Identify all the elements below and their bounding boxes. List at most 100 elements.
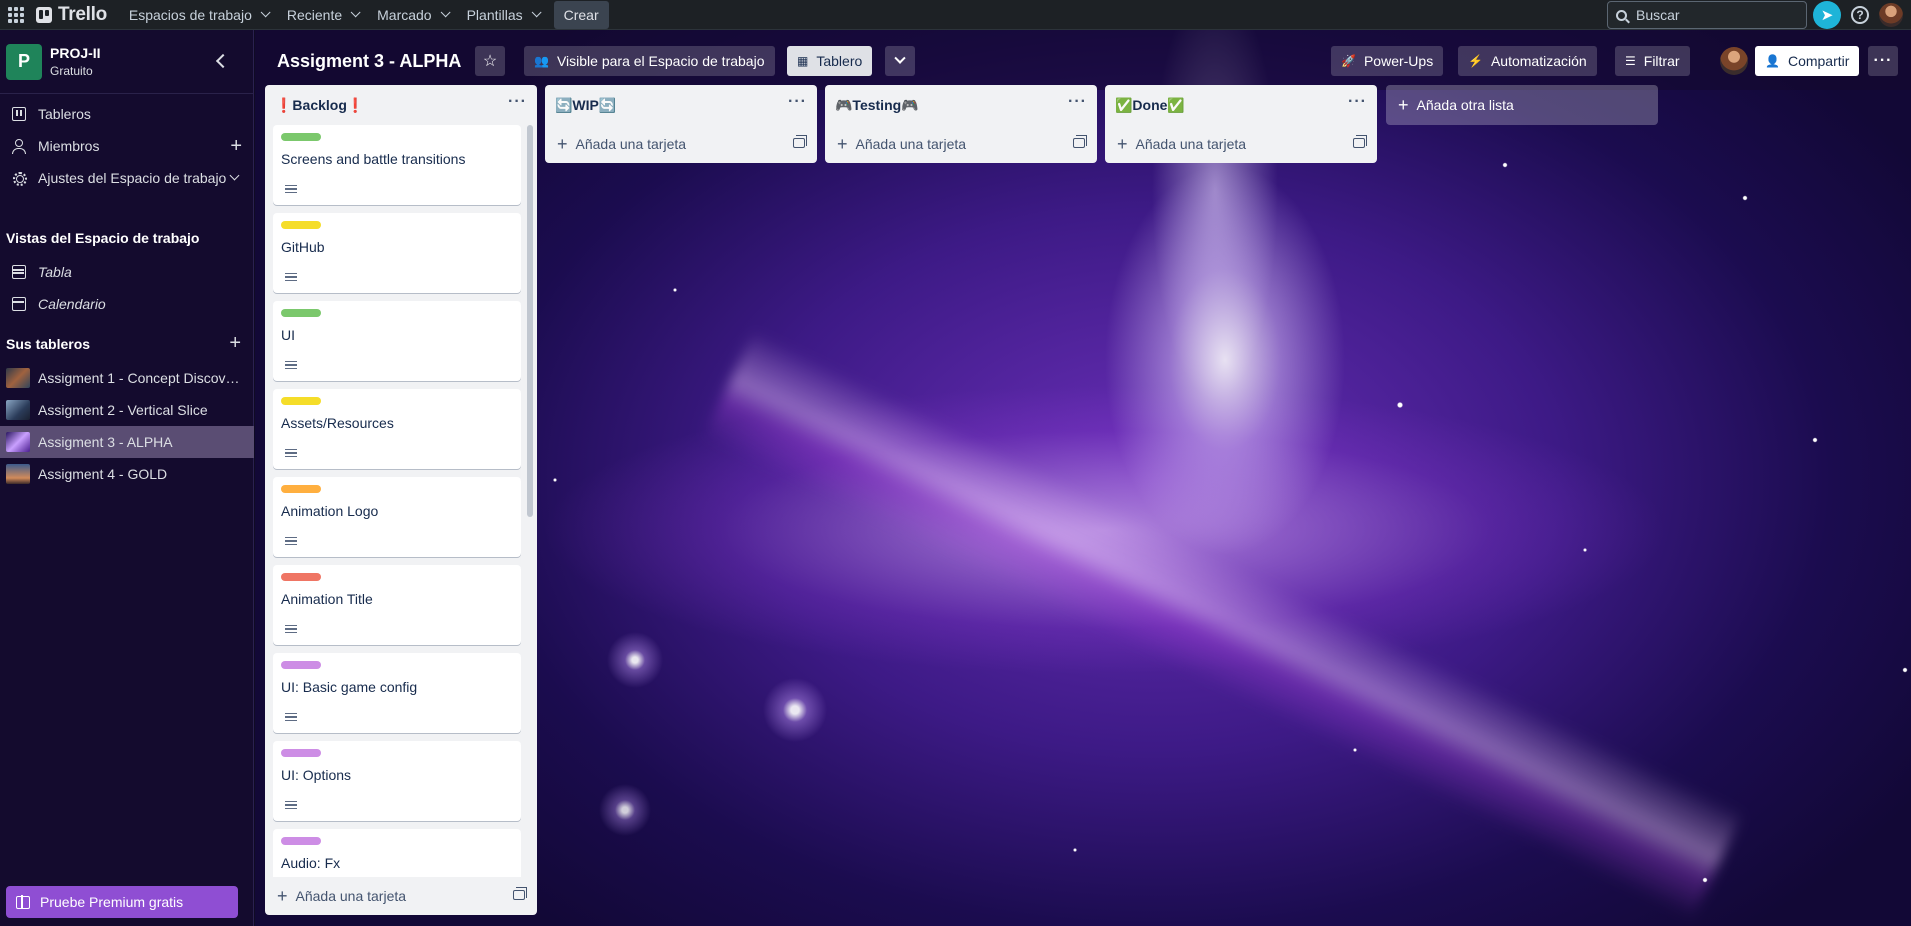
view-label: Tablero — [816, 53, 863, 69]
add-card-button[interactable]: + Añada una tarjeta — [545, 125, 817, 163]
menu-recent[interactable]: Reciente — [277, 0, 367, 30]
list-menu-icon[interactable]: ··· — [788, 93, 807, 111]
search-input[interactable]: Buscar — [1607, 1, 1807, 29]
menu-templates[interactable]: Plantillas — [457, 0, 548, 30]
sidebar-board-4[interactable]: Assigment 4 - GOLD — [0, 458, 254, 490]
card[interactable]: Animation Logo — [273, 477, 521, 557]
list-header[interactable]: 🎮Testing🎮 ··· — [825, 85, 1097, 125]
add-card-button[interactable]: + Añada una tarjeta — [1105, 125, 1377, 163]
menu-starred[interactable]: Marcado — [367, 0, 456, 30]
sidebar-item-label: Tableros — [38, 106, 91, 122]
card-title: UI: Basic game config — [281, 679, 418, 695]
list-header[interactable]: 🔄WIP🔄 ··· — [545, 85, 817, 125]
sidebar-item-table[interactable]: Tabla — [0, 256, 254, 288]
card[interactable]: Assets/Resources — [273, 389, 521, 469]
list-menu-icon[interactable]: ··· — [1068, 93, 1087, 111]
card-label[interactable] — [281, 397, 321, 405]
sidebar-board-2[interactable]: Assigment 2 - Vertical Slice — [0, 394, 254, 426]
nav-menu: Espacios de trabajo Reciente Marcado Pla… — [119, 0, 548, 30]
collapse-sidebar-icon[interactable] — [215, 53, 231, 69]
card-template-icon[interactable] — [793, 135, 807, 148]
card-label[interactable] — [281, 133, 321, 141]
star-board-icon[interactable]: ☆ — [475, 46, 505, 76]
list-scrollbar[interactable] — [527, 125, 533, 517]
card[interactable]: Audio: Fx — [273, 829, 521, 877]
sidebar-item-calendar[interactable]: Calendario — [0, 288, 254, 320]
list-header[interactable]: ✅Done✅ ··· — [1105, 85, 1377, 125]
description-icon — [285, 625, 297, 633]
trello-logo[interactable]: Trello — [36, 4, 107, 26]
workspace-avatar[interactable]: P — [6, 43, 42, 80]
list-header[interactable]: ❗Backlog❗ ··· — [265, 85, 537, 125]
menu-workspaces[interactable]: Espacios de trabajo — [119, 0, 277, 30]
list-menu-icon[interactable]: ··· — [1348, 93, 1367, 111]
sidebar-board-1[interactable]: Assigment 1 - Concept Discove... — [0, 362, 254, 394]
premium-trial-button[interactable]: Pruebe Premium gratis — [6, 886, 238, 918]
card-template-icon[interactable] — [513, 887, 527, 900]
card-title: UI — [281, 327, 295, 343]
sidebar-item-label: Ajustes del Espacio de trabajo — [38, 170, 227, 186]
card[interactable]: UI — [273, 301, 521, 381]
avatar[interactable] — [1720, 47, 1748, 75]
board-view-button[interactable]: ▦ Tablero — [787, 46, 873, 76]
list-menu-icon[interactable]: ··· — [508, 93, 527, 111]
help-icon[interactable]: ? — [1851, 6, 1869, 24]
menu-label: Marcado — [377, 6, 432, 23]
card[interactable]: UI: Options — [273, 741, 521, 821]
filter-button[interactable]: ☰ Filtrar — [1615, 46, 1690, 76]
filter-icon: ☰ — [1625, 54, 1636, 68]
add-card-button[interactable]: + Añada una tarjeta — [825, 125, 1097, 163]
card-label[interactable] — [281, 221, 321, 229]
add-list-button[interactable]: + Añada otra lista — [1386, 85, 1658, 125]
card-label[interactable] — [281, 573, 321, 581]
share-button[interactable]: 👤 Compartir — [1755, 46, 1860, 76]
card[interactable]: UI: Basic game config — [273, 653, 521, 733]
description-icon — [285, 273, 297, 281]
card-template-icon[interactable] — [1073, 135, 1087, 148]
card[interactable]: Screens and battle transitions — [273, 125, 521, 205]
card-template-icon[interactable] — [1353, 135, 1367, 148]
app-switcher-icon[interactable] — [8, 6, 24, 23]
card[interactable]: GitHub — [273, 213, 521, 293]
description-icon — [285, 361, 297, 369]
sidebar-board-3[interactable]: Assigment 3 - ALPHA — [0, 426, 254, 458]
boards-heading: Sus tableros — [6, 336, 91, 352]
add-member-icon[interactable]: + — [230, 135, 242, 158]
card-label[interactable] — [281, 837, 321, 845]
views-heading: Vistas del Espacio de trabajo — [6, 230, 200, 246]
sidebar-item-settings[interactable]: Ajustes del Espacio de trabajo — [0, 162, 254, 194]
card[interactable]: Animation Title — [273, 565, 521, 645]
sidebar-item-members[interactable]: Miembros + — [0, 130, 254, 162]
add-card-button[interactable]: + Añada una tarjeta — [265, 877, 537, 915]
board-icon: ▦ — [797, 54, 809, 68]
workspace-header: P PROJ-II Gratuito — [0, 30, 253, 94]
notifications-icon[interactable]: ➤ — [1813, 1, 1841, 29]
create-button[interactable]: Crear — [553, 0, 609, 29]
powerups-button[interactable]: 🚀 Power-Ups — [1331, 46, 1444, 76]
list-title[interactable]: 🔄WIP🔄 — [555, 97, 616, 113]
board-icon — [12, 107, 26, 121]
board-title[interactable]: Assigment 3 - ALPHA — [277, 51, 461, 72]
switch-view-button[interactable] — [885, 46, 915, 76]
card-label[interactable] — [281, 309, 321, 317]
card-label[interactable] — [281, 661, 321, 669]
workspace-name[interactable]: PROJ-II — [50, 45, 101, 61]
card-label[interactable] — [281, 485, 321, 493]
sidebar-item-label: Calendario — [38, 296, 106, 312]
automation-button[interactable]: ⚡ Automatización — [1458, 46, 1597, 76]
share-person-icon: 👤 — [1765, 54, 1780, 68]
list-title[interactable]: 🎮Testing🎮 — [835, 97, 919, 113]
list-title[interactable]: ✅Done✅ — [1115, 97, 1185, 113]
filter-label: Filtrar — [1643, 53, 1680, 69]
add-board-button[interactable]: + — [229, 327, 253, 359]
calendar-icon — [12, 297, 26, 311]
list-title[interactable]: ❗Backlog❗ — [275, 97, 364, 113]
plus-icon: + — [837, 134, 848, 154]
sidebar-item-boards[interactable]: Tableros — [0, 98, 254, 130]
board-menu-icon[interactable]: ··· — [1868, 46, 1898, 76]
card-label[interactable] — [281, 749, 321, 757]
avatar[interactable] — [1879, 3, 1903, 27]
visibility-button[interactable]: 👥 Visible para el Espacio de trabajo — [524, 46, 775, 76]
person-icon — [12, 139, 26, 154]
brand-name: Trello — [58, 3, 107, 25]
